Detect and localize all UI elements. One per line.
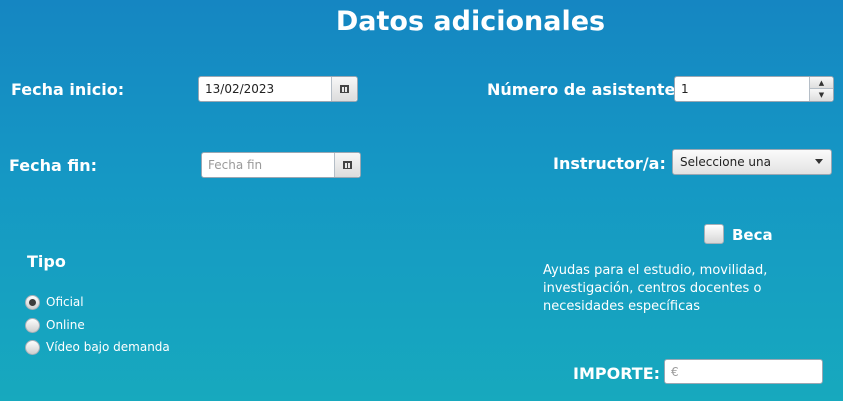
beca-checkbox[interactable]	[704, 224, 724, 244]
instructor-label: Instructor/a:	[553, 154, 666, 173]
fecha-inicio-calendar-button[interactable]	[331, 77, 357, 101]
radio-oficial[interactable]	[25, 295, 40, 310]
tipo-label: Tipo	[27, 252, 66, 271]
fecha-fin-calendar-button[interactable]	[334, 153, 360, 177]
importe-input[interactable]	[665, 360, 822, 383]
calendar-icon	[343, 161, 352, 169]
beca-description-line: Ayudas para el estudio, movilidad,	[543, 263, 768, 278]
importe-field	[664, 359, 823, 384]
importe-label: IMPORTE:	[573, 364, 661, 383]
radio-video-bajo-demanda-label: Vídeo bajo demanda	[46, 340, 170, 354]
radio-online-label: Online	[46, 318, 85, 332]
fecha-inicio-datepicker	[198, 76, 358, 102]
radio-video-bajo-demanda[interactable]	[25, 340, 40, 355]
fecha-fin-input[interactable]	[202, 153, 334, 177]
radio-oficial-label: Oficial	[46, 295, 84, 309]
chevron-down-icon	[815, 159, 823, 164]
decrement-button[interactable]: ▼	[810, 89, 833, 101]
radio-online[interactable]	[25, 318, 40, 333]
calendar-icon	[340, 85, 349, 93]
beca-description: Ayudas para el estudio, movilidad, inves…	[543, 262, 813, 316]
fecha-inicio-label: Fecha inicio:	[11, 80, 125, 99]
instructor-select[interactable]: Seleccione una	[672, 149, 832, 175]
asistentes-spin-buttons: ▲ ▼	[809, 77, 833, 101]
beca-description-line: necesidades específicas	[543, 299, 700, 314]
asistentes-input[interactable]	[675, 77, 809, 101]
fecha-fin-label: Fecha fin:	[9, 156, 98, 175]
increment-button[interactable]: ▲	[810, 77, 833, 89]
fecha-inicio-input[interactable]	[199, 77, 331, 101]
beca-label: Beca	[732, 226, 773, 244]
asistentes-label: Número de asistentes:	[487, 80, 692, 99]
instructor-selected-value: Seleccione una	[680, 155, 771, 169]
page-title: Datos adicionales	[335, 6, 606, 37]
beca-description-line: investigación, centros docentes o	[543, 281, 762, 296]
asistentes-spinner: ▲ ▼	[674, 76, 834, 102]
fecha-fin-datepicker	[201, 152, 361, 178]
